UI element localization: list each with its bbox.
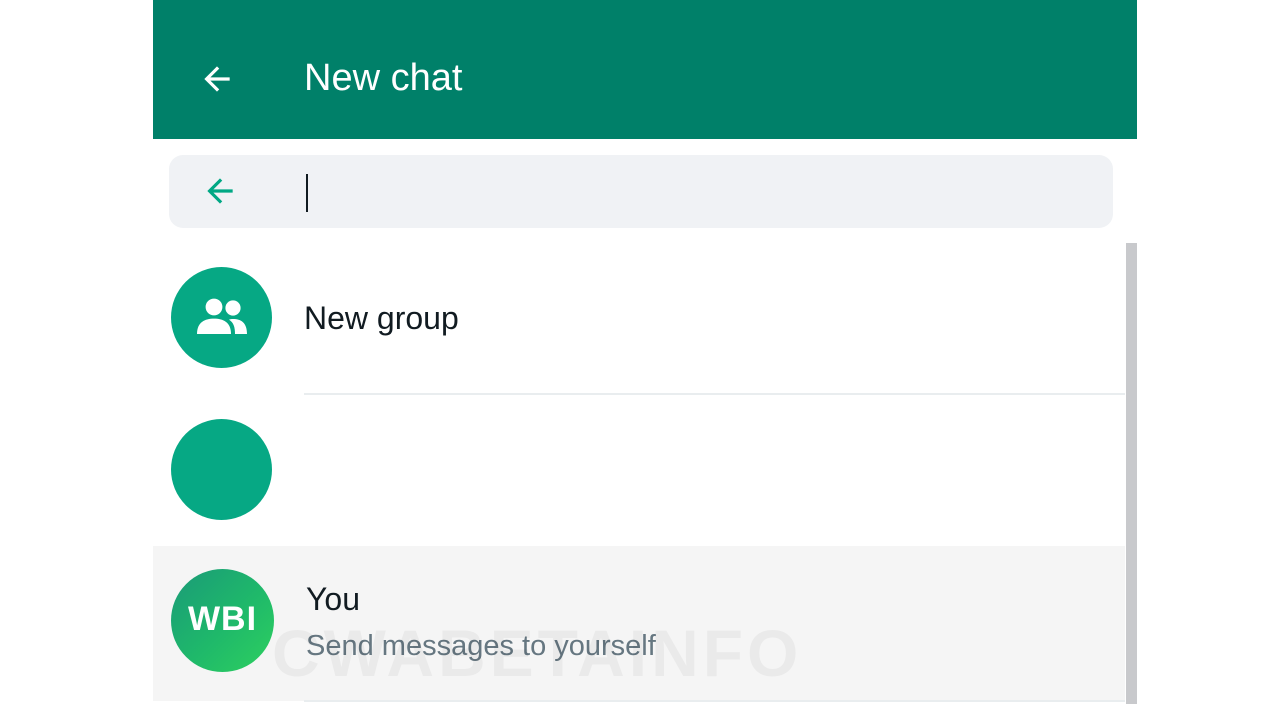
search-back-button[interactable] [201,172,239,210]
search-input[interactable] [305,169,1085,213]
back-button[interactable] [198,60,236,98]
search-bar [169,155,1113,228]
list-item-new-group[interactable]: New group [153,243,1125,395]
new-chat-panel: New chat New group WBI You Send messages… [153,0,1137,704]
list-item-title: New group [304,300,459,336]
list-item-subtitle: Send messages to yourself [306,630,656,662]
text-caret [306,174,308,212]
group-icon [197,298,247,334]
list-item[interactable] [153,395,1125,546]
avatar [171,267,272,368]
page-title: New chat [304,57,463,99]
header: New chat [153,0,1137,139]
divider [304,700,1125,702]
list-item-you[interactable]: WBI You Send messages to yourself [153,546,1125,701]
list-item-title: You [306,581,360,617]
arrow-left-icon [207,178,233,204]
avatar: WBI [171,569,274,672]
arrow-left-icon [204,66,230,92]
avatar-text: WBI [187,600,258,638]
avatar [171,419,272,520]
scrollbar[interactable] [1126,243,1137,704]
